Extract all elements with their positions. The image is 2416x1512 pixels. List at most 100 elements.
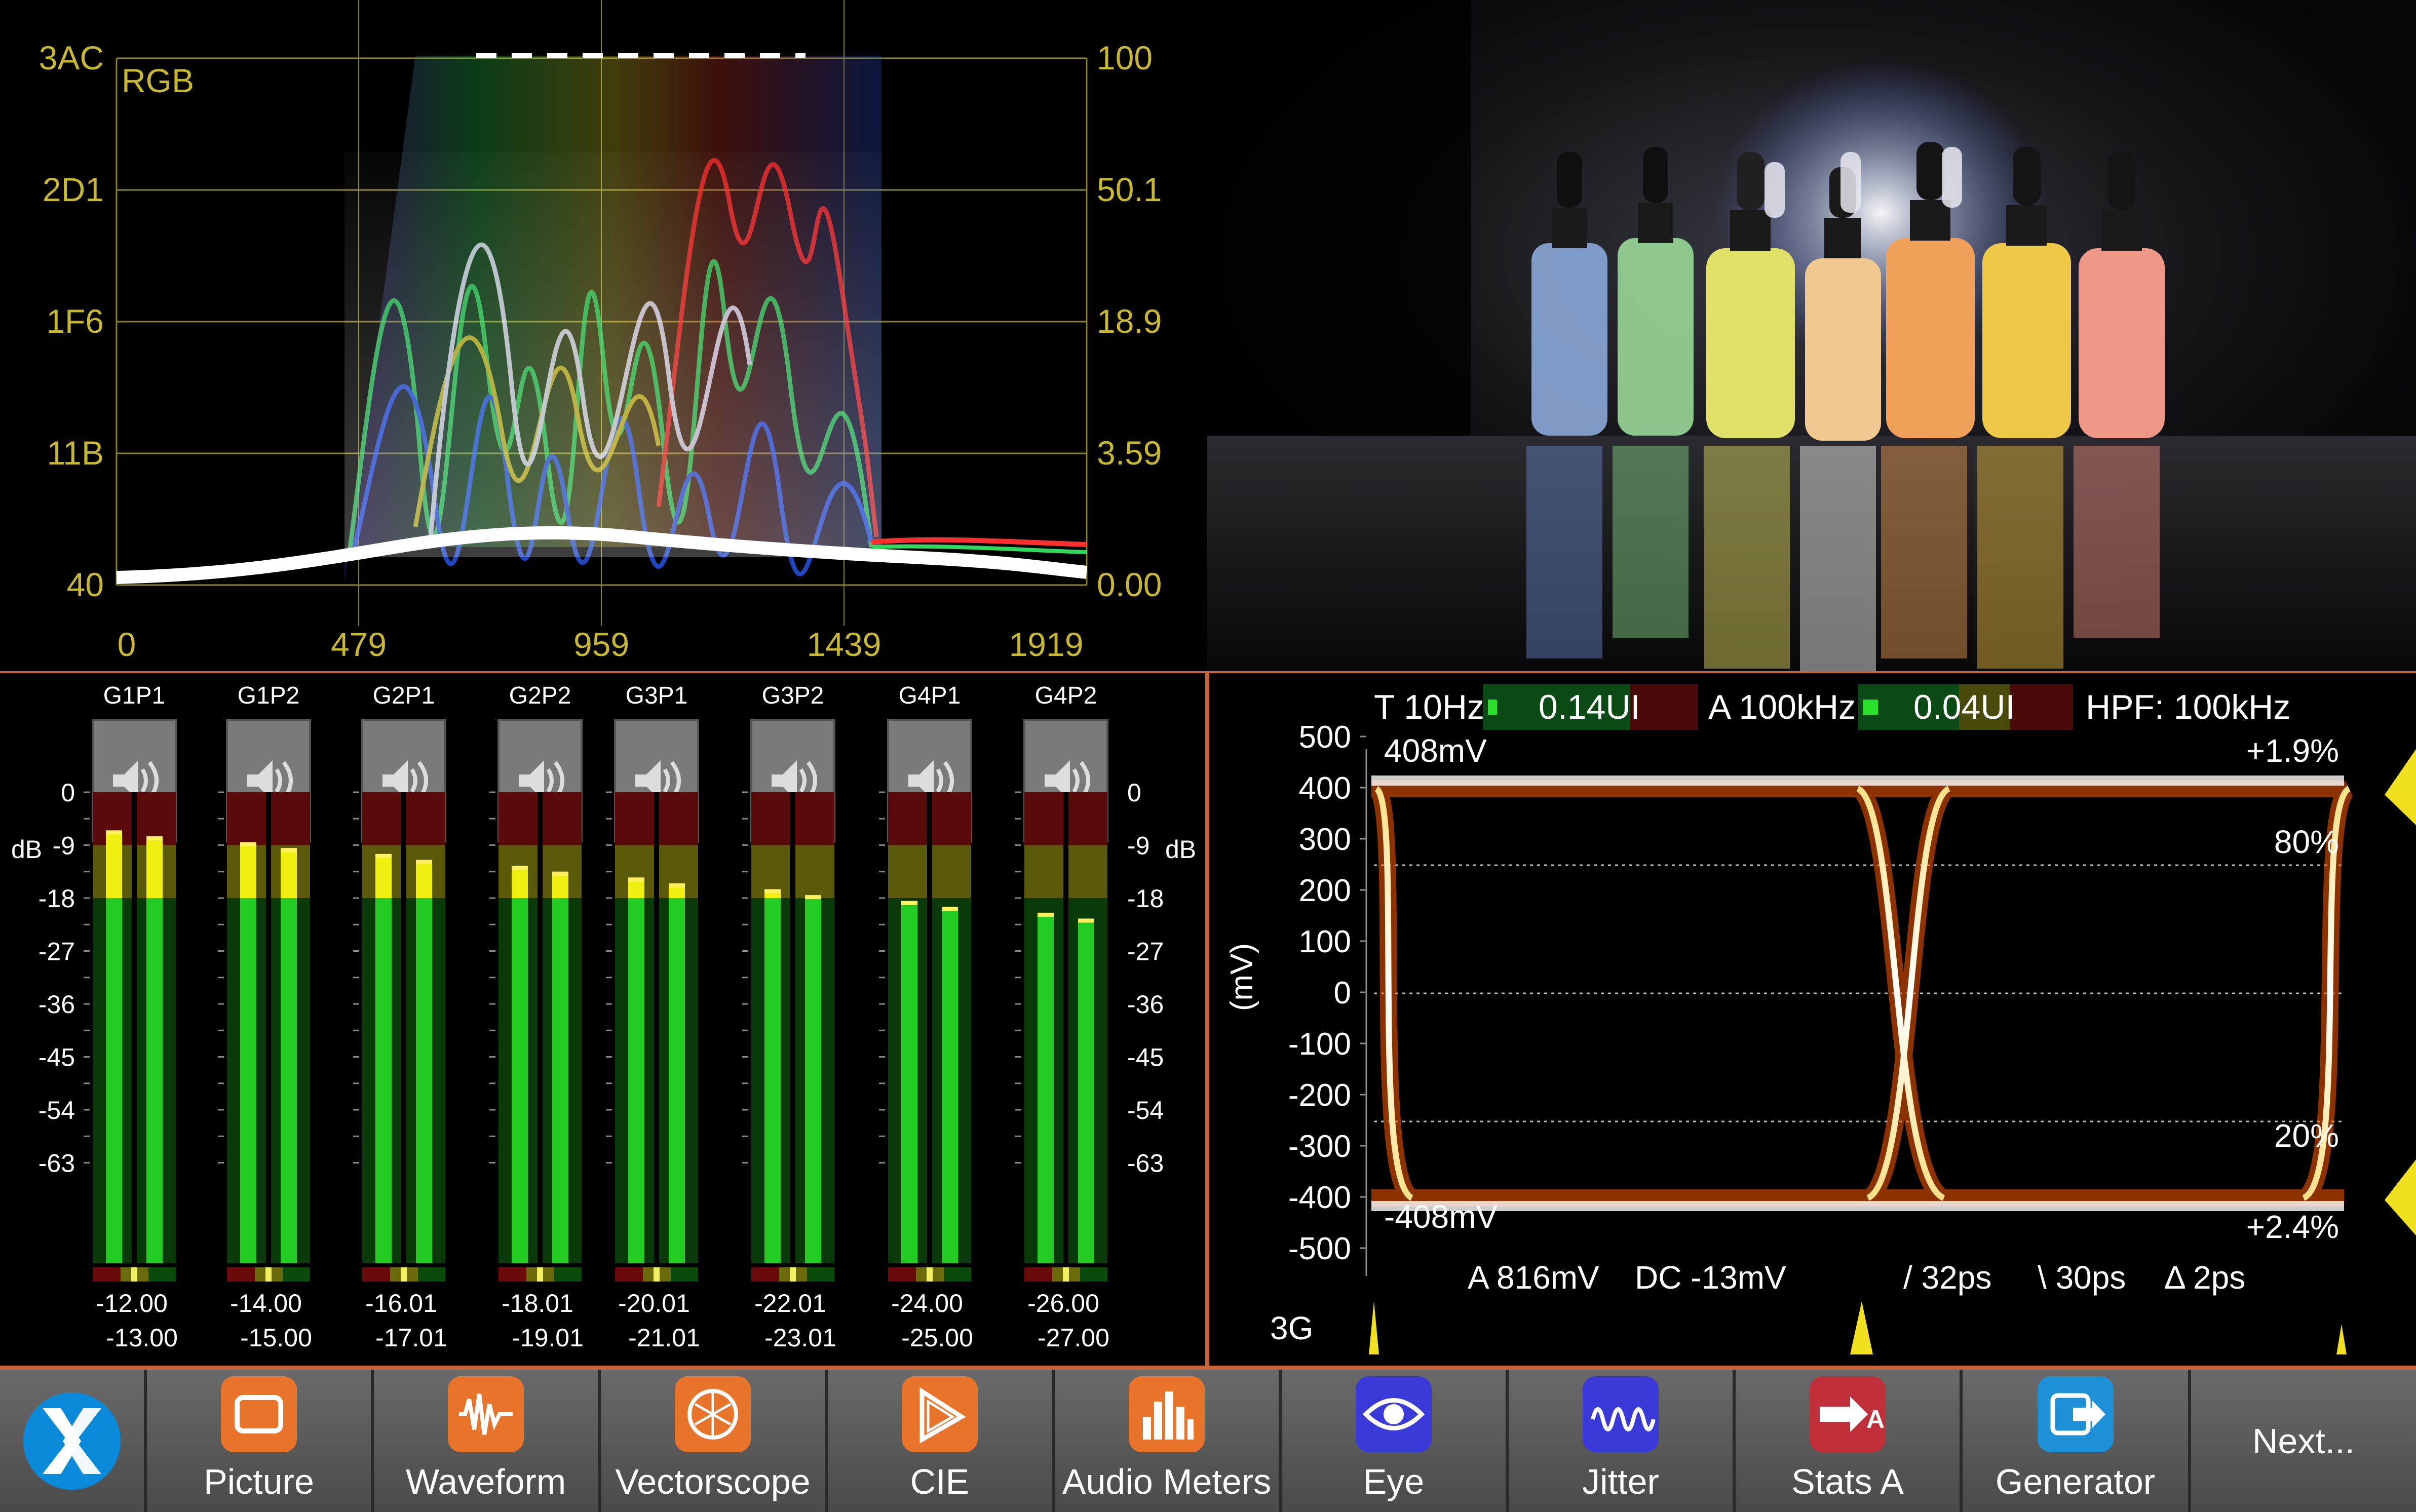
waveform-trace: [116, 53, 1088, 584]
eye-y-tick: 500: [1299, 720, 1351, 755]
audio-scale-left: 0 -9 -18 -27 -36 -45 -54 -63: [39, 779, 75, 1178]
audio-meters-button[interactable]: Audio Meters: [1055, 1370, 1282, 1512]
eye-panel[interactable]: T 10Hz 0.14UI A 100kHz 0.04UI HPF: 100kH…: [1207, 671, 2416, 1368]
eye-y-tick: -300: [1288, 1129, 1351, 1164]
level-bar-l: [512, 898, 528, 1263]
generator-button[interactable]: Generator: [1963, 1370, 2191, 1512]
next-button[interactable]: Next...: [2191, 1370, 2416, 1512]
a-jitter-label: A 100kHz: [1708, 688, 1856, 726]
channel-right-value: -15.00: [240, 1324, 312, 1352]
wf-right-label-1: 50.1: [1097, 171, 1162, 208]
eye-histogram-top: [2385, 749, 2416, 825]
channel-left-value: -20.01: [618, 1289, 690, 1317]
wf-left-label-0: 3AC: [39, 39, 104, 76]
eye-y-tick: -500: [1288, 1231, 1351, 1266]
audio-scale-tick-left: -18: [39, 884, 75, 913]
channel-left-value: -18.01: [502, 1289, 573, 1317]
toolbar-button-label: Waveform: [405, 1462, 566, 1501]
audio-channel: G3P1 -20.01 -21.01: [606, 682, 700, 1352]
picture-button[interactable]: Picture: [147, 1370, 374, 1512]
audio-meters-panel[interactable]: dB dB 0 -9 -18 -27 -36 -45 -54 -63 0 -9 -18 -27 -36…: [0, 671, 1207, 1368]
channel-right-value: -27.00: [1038, 1324, 1109, 1352]
eye-fall-time: \ 30ps: [2038, 1259, 2126, 1296]
wf-x-label-2: 959: [573, 626, 629, 663]
crossing-histogram-3: [2336, 1324, 2347, 1354]
eye-button[interactable]: Eye: [1282, 1370, 1509, 1512]
next-button-label: Next...: [2252, 1421, 2355, 1461]
audio-db-label-left: dB: [11, 835, 42, 864]
toolbar-button-label: Stats A: [1791, 1462, 1904, 1501]
eye-80-percent: 80%: [2274, 824, 2339, 860]
channel-name: G2P2: [509, 682, 571, 709]
audio-scale-tick-right: -54: [1127, 1096, 1164, 1125]
level-bar-l: [375, 898, 392, 1263]
channel-name: G4P2: [1035, 682, 1097, 709]
channel-left-value: -24.00: [891, 1289, 963, 1317]
level-bar-r: [805, 898, 821, 1263]
level-bar-r: [1078, 921, 1094, 1263]
audio-scale-tick-left: -27: [39, 938, 75, 966]
picture-panel[interactable]: [1207, 0, 2416, 671]
waveform-display: 3AC 2D1 1F6 11B 40 100 50.1 18.9 3.59 0.…: [39, 0, 1162, 663]
channel-left-value: -16.01: [365, 1289, 437, 1317]
jitter-icon: [1583, 1376, 1659, 1452]
eye-delta-time: Δ 2ps: [2164, 1259, 2245, 1296]
channel-left-value: -26.00: [1027, 1289, 1099, 1317]
eye-y-tick: 0: [1334, 976, 1351, 1011]
channel-right-value: -23.01: [764, 1324, 836, 1352]
channel-name: G1P2: [238, 682, 300, 709]
audio-meters-icon: [1129, 1376, 1205, 1452]
eye-y-tick: -200: [1288, 1078, 1351, 1113]
audio-channel: G1P1 -12.00 -13.00: [84, 682, 178, 1352]
toolbar-button-label: CIE: [910, 1462, 970, 1501]
picture-display: [1207, 0, 2416, 671]
channel-left-value: -12.00: [96, 1289, 168, 1317]
wf-left-label-3: 11B: [47, 434, 104, 472]
stats-a-button[interactable]: A Stats A: [1736, 1370, 1963, 1512]
waveform-icon: [448, 1376, 524, 1452]
waveform-button[interactable]: Waveform: [374, 1370, 601, 1512]
eye-amplitude: A 816mV: [1468, 1259, 1599, 1296]
level-bar-r: [552, 898, 568, 1263]
waveform-panel[interactable]: 3AC 2D1 1F6 11B 40 100 50.1 18.9 3.59 0.…: [0, 0, 1207, 671]
t-jitter-indicator: [1488, 700, 1497, 715]
channel-right-value: -25.00: [901, 1324, 973, 1352]
wf-mode-label: RGB: [122, 62, 194, 99]
audio-scale-tick-left: -9: [53, 832, 75, 860]
audio-scale-tick-left: -36: [39, 990, 75, 1019]
eye-histogram-bottom: [2385, 1159, 2416, 1235]
audio-db-label-right: dB: [1165, 835, 1196, 864]
level-bar-l: [901, 904, 917, 1263]
app-logo-icon: [23, 1392, 121, 1490]
wf-x-label-0: 0: [118, 626, 136, 663]
eye-rise-time: / 32ps: [1903, 1259, 1991, 1296]
home-button[interactable]: [0, 1370, 147, 1512]
toolbar-button-label: Jitter: [1582, 1462, 1659, 1501]
eye-bottom-percent: +2.4%: [2246, 1209, 2339, 1245]
wf-right-label-4: 0.00: [1097, 566, 1162, 603]
audio-scale-tick-left: 0: [61, 779, 75, 807]
jitter-button[interactable]: Jitter: [1509, 1370, 1736, 1512]
t-jitter-value: 0.14UI: [1539, 688, 1640, 726]
audio-scale-tick-right: -27: [1127, 938, 1164, 966]
toolbar-button-label: Picture: [204, 1462, 314, 1501]
wf-x-label-4: 1919: [1009, 626, 1084, 663]
wf-right-label-3: 3.59: [1097, 434, 1162, 472]
audio-channel: G2P2 -18.01 -19.01: [489, 682, 584, 1352]
toolbar-button-label: Vectorscope: [615, 1462, 811, 1501]
eye-y-tick: 200: [1299, 873, 1351, 908]
eye-top-percent: +1.9%: [2246, 732, 2339, 769]
channel-name: G3P1: [626, 682, 688, 709]
hpf-label: HPF: 100kHz: [2086, 688, 2290, 726]
eye-y-axis: 500 400 300 200 100 0 -100 -200 -300 -400 -500: [1288, 720, 1366, 1266]
cie-button[interactable]: CIE: [828, 1370, 1055, 1512]
vectorscope-button[interactable]: Vectorscope: [601, 1370, 828, 1512]
level-bar-l: [1038, 915, 1054, 1263]
level-bar-r: [146, 898, 163, 1263]
stats-icon: A: [1810, 1376, 1886, 1452]
channel-right-value: -17.01: [375, 1324, 447, 1352]
eye-icon: [1356, 1376, 1432, 1452]
level-bar-l: [764, 898, 781, 1263]
audio-channel: G2P1 -16.01 -17.01: [353, 682, 447, 1352]
svg-text:A: A: [1866, 1405, 1885, 1433]
